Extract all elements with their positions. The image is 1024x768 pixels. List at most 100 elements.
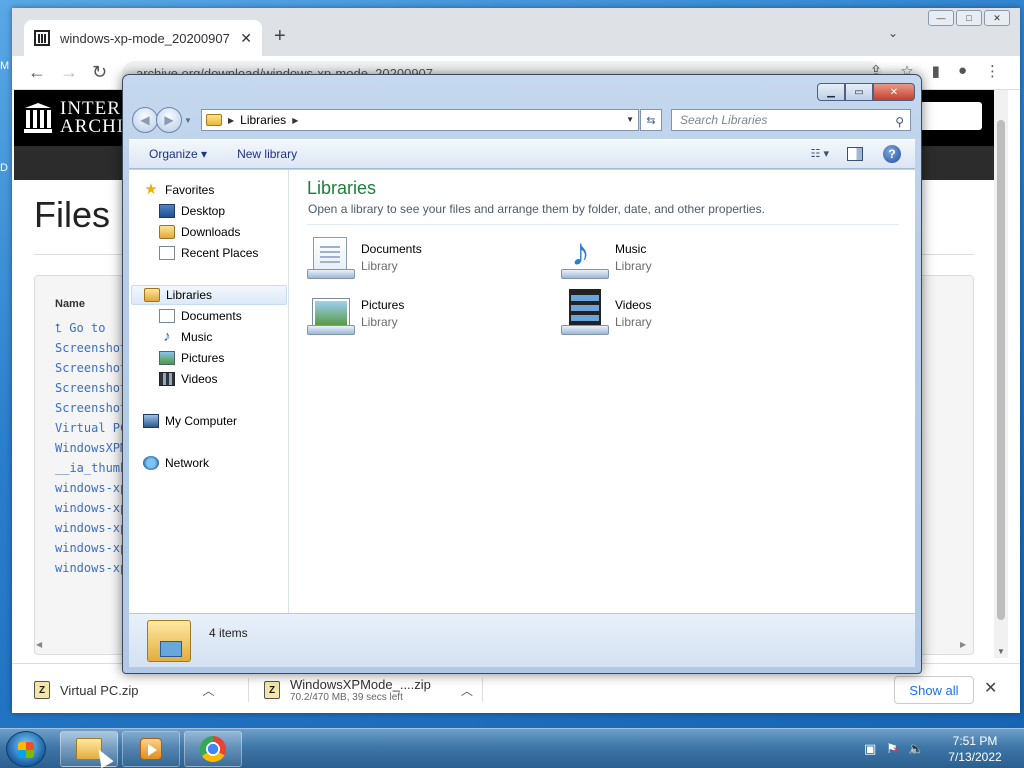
file-link[interactable]: windows-xp (55, 498, 127, 518)
browser-close-button[interactable]: ✕ (984, 10, 1010, 26)
nav-my-computer[interactable]: My Computer (143, 411, 237, 431)
recent-pages-dropdown-icon[interactable]: ▼ (184, 116, 192, 125)
scrollbar-thumb[interactable] (997, 120, 1005, 620)
breadcrumb-arrow-icon[interactable]: ▶ (292, 116, 298, 125)
nav-label: Pictures (181, 351, 225, 365)
download-item[interactable]: Z WindowsXPMode_....zip 70.2/470 MB, 39 … (264, 672, 473, 708)
tab-search-button[interactable]: ⌄ (888, 26, 898, 40)
scroll-left-arrow-icon[interactable]: ◀ (36, 640, 42, 649)
file-link[interactable]: windows-xp (55, 518, 127, 538)
refresh-button[interactable]: ⇆ (640, 109, 662, 131)
nav-downloads[interactable]: Downloads (159, 222, 240, 242)
new-library-button[interactable]: New library (237, 147, 297, 161)
explorer-forward-button[interactable]: ▶ (156, 107, 182, 133)
tab-strip: windows-xp-mode_20200907 dir ✕ + ⌄ — □ ✕ (12, 8, 1020, 56)
library-music[interactable]: ♪ Music Library (561, 232, 801, 282)
network-icon[interactable]: ▣ (864, 741, 876, 757)
scroll-down-arrow-icon[interactable]: ▼ (997, 647, 1005, 656)
file-link[interactable]: Screenshot (55, 358, 127, 378)
nav-network[interactable]: Network (143, 453, 209, 473)
explorer-back-button[interactable]: ◀ (132, 107, 158, 133)
nav-label: Documents (181, 309, 242, 323)
browser-tab[interactable]: windows-xp-mode_20200907 dir ✕ (24, 20, 262, 56)
recent-places-icon (159, 246, 175, 260)
action-center-flag-icon[interactable]: ⚑ (886, 741, 899, 757)
desktop-icon-label[interactable]: D (0, 162, 8, 174)
minimize-button[interactable]: ▁ (817, 83, 845, 101)
tab-close-icon[interactable]: ✕ (240, 30, 252, 47)
nav-documents[interactable]: Documents (159, 306, 242, 326)
forward-button[interactable]: → (60, 62, 78, 83)
search-input[interactable]: Search Libraries ⚲ (671, 109, 911, 131)
chevron-up-icon[interactable]: ︿ (203, 682, 215, 699)
divider (482, 678, 483, 702)
chevron-up-icon[interactable]: ︿ (461, 682, 473, 699)
close-downloads-bar-icon[interactable]: ✕ (984, 678, 997, 698)
file-link[interactable]: windows-xp (55, 478, 127, 498)
music-icon: ♪ (163, 328, 171, 345)
page-scrollbar[interactable]: ▼ (994, 90, 1008, 658)
address-history-dropdown-icon[interactable]: ▼ (626, 115, 634, 124)
site-search-input[interactable] (912, 102, 982, 130)
pictures-icon (159, 351, 175, 365)
breadcrumb-arrow-icon[interactable]: ▶ (228, 116, 234, 125)
file-link[interactable]: ⮤ Go to (55, 318, 127, 338)
scroll-right-arrow-icon[interactable]: ▶ (960, 640, 966, 649)
library-pictures[interactable]: Pictures Library (307, 288, 547, 338)
profile-icon[interactable]: ● (958, 62, 967, 80)
nav-label: Videos (181, 372, 218, 386)
search-icon[interactable]: ⚲ (895, 112, 904, 132)
content-description: Open a library to see your files and arr… (308, 202, 765, 216)
browser-minimize-button[interactable]: — (928, 10, 954, 26)
system-clock[interactable]: 7:51 PM 7/13/2022 (940, 733, 1010, 765)
computer-icon (143, 414, 159, 428)
videos-library-icon (561, 289, 609, 337)
download-progress-status: 70.2/470 MB, 39 secs left (290, 692, 403, 703)
maximize-button[interactable]: ▭ (845, 83, 873, 101)
menu-icon[interactable]: ⋮ (985, 62, 1000, 80)
explorer-caption-buttons: ▁ ▭ ✕ (817, 83, 915, 101)
show-all-downloads-button[interactable]: Show all (894, 676, 974, 704)
file-link[interactable]: Screenshot (55, 338, 127, 358)
library-documents[interactable]: Documents Library (307, 232, 547, 282)
preview-pane-icon[interactable] (847, 147, 863, 161)
start-button[interactable] (6, 731, 46, 767)
file-link[interactable]: WindowsXPM (55, 438, 127, 458)
file-link[interactable]: windows-xp (55, 558, 127, 578)
column-header-name[interactable]: Name (55, 298, 85, 310)
nav-desktop[interactable]: Desktop (159, 201, 225, 221)
file-link[interactable]: __ia_thumb (55, 458, 127, 478)
reload-button[interactable]: ↻ (92, 62, 107, 83)
nav-recent-places[interactable]: Recent Places (159, 243, 258, 263)
explorer-address-bar[interactable]: ▶ Libraries ▶ ▼ (201, 109, 639, 131)
file-link[interactable]: Screenshot (55, 398, 127, 418)
back-button[interactable]: ← (28, 62, 46, 83)
file-link[interactable]: windows-xp (55, 538, 127, 558)
volume-icon[interactable]: 🔈 (908, 741, 924, 757)
nav-favorites[interactable]: ★ Favorites (143, 180, 214, 200)
nav-libraries[interactable]: Libraries (131, 285, 287, 305)
browser-maximize-button[interactable]: □ (956, 10, 982, 26)
nav-label: Libraries (166, 288, 213, 302)
breadcrumb-libraries[interactable]: Libraries (240, 113, 286, 127)
library-videos[interactable]: Videos Library (561, 288, 801, 338)
libraries-explorer-window: ▁ ▭ ✕ ◀ ▶ ▼ ▶ Libraries ▶ ▼ ⇆ Search Lib… (122, 74, 922, 674)
clock-time: 7:51 PM (952, 734, 998, 748)
change-view-icon[interactable]: ☷ ▾ (811, 147, 829, 160)
file-link[interactable]: Virtual PC (55, 418, 127, 438)
nav-videos[interactable]: Videos (159, 369, 217, 389)
sidebar-icon[interactable]: ▮ (932, 62, 940, 80)
desktop-icon-label[interactable]: M (0, 60, 9, 72)
new-tab-button[interactable]: + (274, 25, 286, 48)
organize-menu-button[interactable]: Organize ▾ (149, 147, 207, 161)
taskbar-google-chrome[interactable] (184, 731, 242, 767)
taskbar-windows-media-player[interactable] (122, 731, 180, 767)
help-icon[interactable]: ? (883, 145, 901, 163)
download-filename: Virtual PC.zip (60, 682, 139, 698)
nav-music[interactable]: ♪ Music (159, 327, 212, 347)
nav-pictures[interactable]: Pictures (159, 348, 224, 368)
close-button[interactable]: ✕ (873, 83, 915, 101)
tab-title: windows-xp-mode_20200907 dir (60, 30, 231, 46)
file-link[interactable]: Screenshot (55, 378, 127, 398)
download-item[interactable]: Z Virtual PC.zip ︿ (34, 672, 215, 708)
